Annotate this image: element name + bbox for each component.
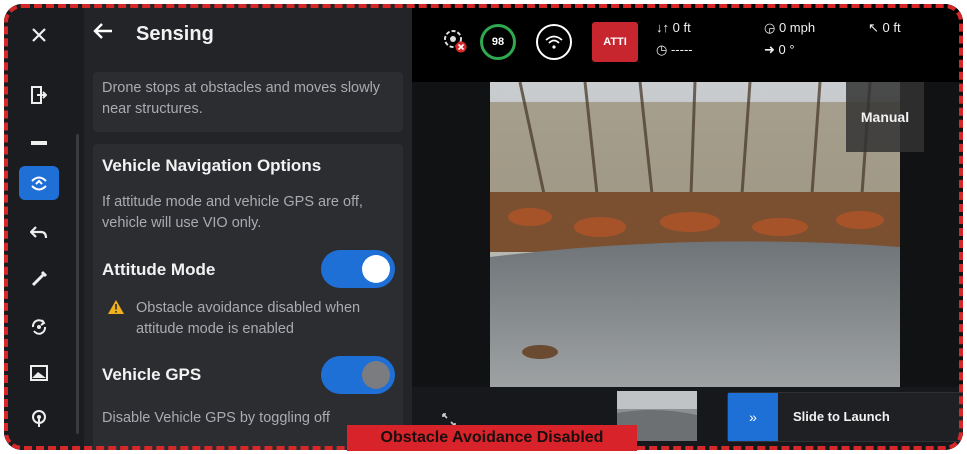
battery-indicator: 98	[480, 24, 516, 60]
camera-feed[interactable]	[490, 82, 900, 387]
heading-stat: ➜ 0 °	[764, 42, 795, 57]
speed-stat: ◶ 0 mph	[764, 20, 816, 35]
speedometer-icon: ◶	[764, 20, 776, 35]
distance-icon: ↖	[868, 20, 879, 35]
panel-scrollbar[interactable]	[76, 134, 79, 434]
panel-header: Sensing	[84, 4, 412, 64]
nav-options-desc: If attitude mode and vehicle GPS are off…	[102, 194, 363, 231]
sensing-icon[interactable]	[19, 166, 59, 200]
camera-mode-label[interactable]: Manual	[846, 82, 924, 152]
image-icon[interactable]	[19, 356, 59, 390]
intro-card: Drone stops at obstacles and moves slowl…	[93, 72, 403, 132]
attitude-mode-toggle[interactable]	[321, 250, 395, 288]
pen-icon[interactable]	[19, 262, 59, 296]
warning-text: Obstacle avoidance disabled when attitud…	[136, 300, 361, 337]
timer-icon: ◷	[656, 42, 668, 57]
heading-arrow-icon: ➜	[764, 42, 775, 57]
left-rail	[4, 4, 84, 450]
toggle-knob	[362, 361, 390, 389]
intro-text: Drone stops at obstacles and moves slowl…	[102, 80, 381, 117]
app-window: Sensing Drone stops at obstacles and mov…	[4, 4, 963, 450]
altitude-stat: ↓↑ 0 ft	[656, 20, 691, 35]
vehicle-gps-label: Vehicle GPS	[102, 365, 202, 384]
wifi-icon	[536, 24, 572, 60]
warning-icon	[107, 299, 125, 320]
sensing-panel: Sensing Drone stops at obstacles and mov…	[84, 4, 412, 450]
back-arrow-icon[interactable]	[92, 20, 122, 48]
camera-rotate-icon[interactable]	[19, 310, 59, 344]
return-icon[interactable]	[19, 216, 59, 250]
timer-stat: ◷ -----	[656, 42, 693, 57]
slide-to-launch-label: Slide to Launch	[793, 409, 890, 424]
nav-options-card: Vehicle Navigation Options If attitude m…	[93, 144, 403, 450]
close-icon[interactable]	[19, 18, 59, 52]
obstacle-off-icon	[440, 26, 470, 56]
antenna-icon[interactable]	[19, 402, 59, 436]
attitude-mode-label: Attitude Mode	[102, 260, 216, 279]
dash-icon[interactable]	[19, 126, 59, 160]
distance-stat: ↖ 0 ft	[868, 20, 901, 35]
slide-handle[interactable]: »	[728, 393, 778, 441]
status-bar: 98 ATTI ↓↑ 0 ft ◷ ----- ◶ 0 mph ➜ 0 ° ↖ …	[412, 4, 963, 82]
vehicle-gps-toggle[interactable]	[321, 356, 395, 394]
logout-icon[interactable]	[19, 78, 59, 112]
nav-options-title: Vehicle Navigation Options	[102, 156, 322, 175]
toggle-knob	[362, 255, 390, 283]
camera-image	[490, 82, 900, 387]
flight-mode-badge: ATTI	[592, 22, 638, 62]
panel-title: Sensing	[136, 22, 214, 45]
obstacle-alert-banner: Obstacle Avoidance Disabled	[347, 425, 637, 451]
altitude-icon: ↓↑	[656, 20, 669, 35]
battery-value: 98	[491, 36, 505, 48]
slide-to-launch[interactable]: » Slide to Launch	[727, 392, 963, 442]
